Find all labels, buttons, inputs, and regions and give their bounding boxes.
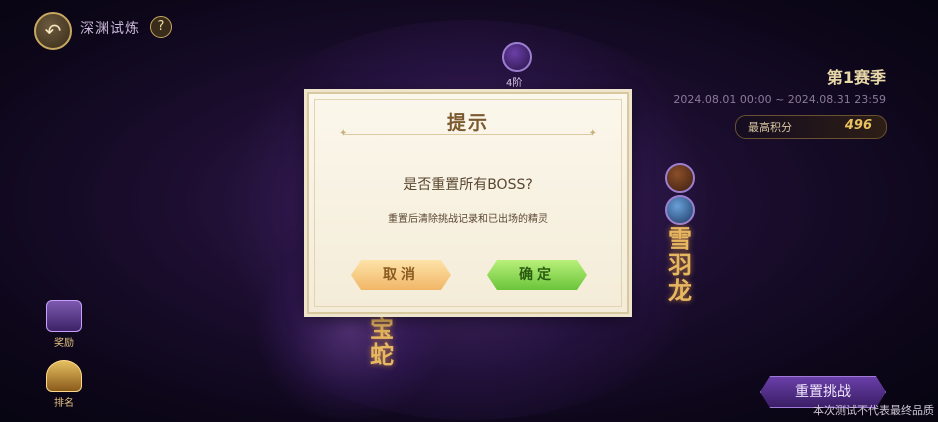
season-dates: 2024.08.01 00:00 ~ 2024.08.31 23:59	[673, 93, 886, 106]
back-arrow-icon: ↶	[44, 19, 62, 43]
cancel-button[interactable]: 取消	[351, 260, 451, 290]
rewards-button[interactable]: 奖励	[44, 300, 84, 349]
rewards-label: 奖励	[54, 338, 74, 349]
boss-name-right[interactable]: 雪羽龙	[668, 226, 696, 304]
dialog-detail: 重置后清除挑战记录和已出场的精灵	[388, 214, 548, 225]
page-title: 深渊试炼	[80, 21, 140, 37]
trophy-icon	[46, 360, 82, 392]
test-disclaimer: 本次测试不代表最终品质	[813, 404, 934, 417]
confirm-dialog: 提示 ✦ ✦ 是否重置所有BOSS? 重置后清除挑战记录和已出场的精灵 取消 确…	[307, 92, 629, 314]
best-score-box: 最高积分 496	[735, 115, 887, 139]
ornament-icon: ✦	[588, 128, 597, 139]
dialog-title: 提示	[446, 112, 489, 134]
title-divider	[343, 134, 593, 135]
gift-box-icon	[46, 300, 82, 332]
moon-boss-icon[interactable]	[502, 42, 532, 72]
ranking-label: 排名	[54, 398, 74, 409]
best-score-value: 496	[844, 118, 872, 133]
season-title: 第1赛季	[826, 68, 886, 87]
fire-boss-icon[interactable]	[665, 163, 695, 193]
back-button[interactable]: ↶	[34, 12, 72, 50]
boss-tier-tag: 4阶	[506, 78, 523, 89]
snowflake-boss-icon[interactable]	[665, 195, 695, 225]
dialog-question: 是否重置所有BOSS?	[403, 177, 533, 193]
best-score-label: 最高积分	[748, 121, 792, 134]
confirm-button[interactable]: 确定	[487, 260, 587, 290]
ranking-button[interactable]: 排名	[44, 360, 84, 409]
help-button[interactable]: ?	[150, 16, 172, 38]
ornament-icon: ✦	[339, 128, 348, 139]
